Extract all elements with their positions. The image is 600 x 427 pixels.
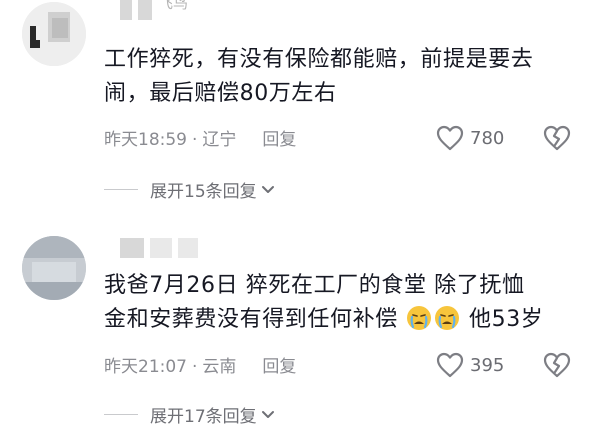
expand-replies-button[interactable]: 展开17条回复 [104,402,275,427]
separator-dot: · [192,130,198,150]
expand-replies-label: 展开15条回复 [150,182,257,202]
avatar[interactable] [22,2,86,66]
expand-replies-label: 展开17条回复 [150,407,257,427]
divider-line [104,189,138,190]
comment-text-line: 工作猝死，有没有保险都能赔，前提是要去 [104,47,534,72]
avatar-image [22,2,86,66]
username-redacted-block [120,238,144,258]
heart-icon [436,125,464,151]
dislike-button[interactable] [543,352,571,382]
comment-text-line: 我爸7月26日 猝死在工厂的食堂 除了抚恤 [104,273,525,298]
username-redacted-block [120,0,132,20]
comment-1: 飞鸟 工作猝死，有没有保险都能赔，前提是要去 闹，最后赔偿80万左右 昨天18:… [0,0,600,205]
like-count: 395 [470,354,505,376]
username-redacted-block [138,0,152,20]
like-count: 780 [470,127,505,149]
username[interactable]: 飞鸟 [120,0,188,20]
comment-text-line: 他53岁 [469,307,544,332]
comment-text-line: 闹，最后赔偿80万左右 [104,81,337,106]
username-text: 飞鸟 [158,0,189,12]
avatar-image [22,236,86,300]
comment-text: 我爸7月26日 猝死在工厂的食堂 除了抚恤 金和安葬费没有得到任何补偿 他53岁 [104,269,574,337]
reply-button[interactable]: 回复 [262,356,296,378]
crying-face-emoji-icon [435,306,460,330]
expand-replies-button[interactable]: 展开15条回复 [104,177,275,202]
dislike-button[interactable] [543,125,571,155]
username[interactable] [120,238,198,258]
comment-time: 昨天18:59 [104,130,187,150]
comment-text-line: 金和安葬费没有得到任何补偿 [104,307,398,332]
separator-dot: · [192,357,198,377]
comment-time: 昨天21:07 [104,357,187,377]
comment-2: 我爸7月26日 猝死在工厂的食堂 除了抚恤 金和安葬费没有得到任何补偿 他53岁… [0,230,600,427]
chevron-down-icon [261,410,274,418]
comment-location: 云南 [202,357,237,377]
comment-meta: 昨天18:59 · 辽宁 回复 [104,129,296,151]
username-redacted-block [178,238,198,258]
broken-heart-icon [543,352,571,378]
like-button[interactable]: 395 [436,352,504,378]
username-redacted-block [150,238,172,258]
comment-location: 辽宁 [202,130,237,150]
chevron-down-icon [261,185,274,193]
comment-text: 工作猝死，有没有保险都能赔，前提是要去 闹，最后赔偿80万左右 [104,43,574,111]
crying-face-emoji-icon [407,306,432,330]
broken-heart-icon [543,125,571,151]
reply-button[interactable]: 回复 [262,129,296,151]
divider-line [104,414,138,415]
like-button[interactable]: 780 [436,125,504,151]
avatar[interactable] [22,236,86,300]
heart-icon [436,352,464,378]
comment-meta: 昨天21:07 · 云南 回复 [104,356,296,378]
